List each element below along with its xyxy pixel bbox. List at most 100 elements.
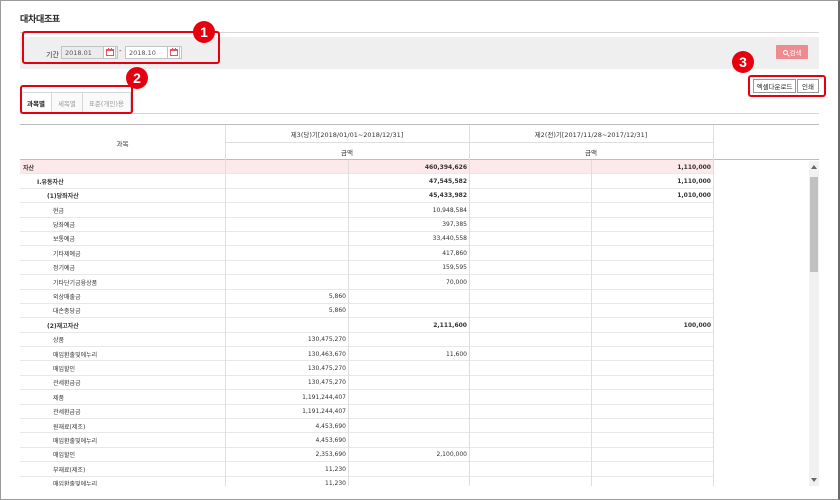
table-row[interactable]: 매입환출및에누리 11,230 (20, 477, 713, 486)
row-current-detail (225, 160, 348, 174)
row-subject: 제품 (53, 394, 65, 402)
row-previous-total (591, 290, 713, 304)
row-previous-total (591, 275, 713, 289)
search-button-label: 검색 (789, 49, 802, 57)
row-subject: 매입환출및에누리 (53, 481, 98, 486)
row-previous-detail (469, 304, 591, 318)
row-previous-detail (469, 232, 591, 246)
table-row[interactable]: 제품 1,191,244,407 (20, 390, 713, 405)
scroll-down-icon[interactable] (811, 478, 817, 482)
table-row[interactable]: 대손충당금 5,860 (20, 304, 713, 319)
row-previous-total (591, 333, 713, 347)
row-subject: 관세환급금 (53, 409, 81, 417)
scrollbar-thumb[interactable] (810, 177, 818, 272)
row-previous-detail (469, 160, 591, 174)
table-row[interactable]: 자산 460,394,626 1,110,000 (20, 160, 713, 175)
row-previous-detail (469, 448, 591, 462)
row-subject: 원재료(제조) (53, 423, 86, 431)
callout-number: 2 (126, 67, 148, 89)
table-scrollbar[interactable] (809, 161, 819, 486)
table-row[interactable]: 매입할인 2,353,690 2,100,000 (20, 448, 713, 463)
row-previous-total: 1,110,000 (677, 177, 711, 185)
page-title: 대차대조표 (20, 15, 60, 25)
callout-box-toolbar (748, 75, 826, 97)
row-current-total: 417,860 (442, 249, 467, 257)
column-divider (469, 160, 470, 486)
row-current-total (348, 304, 469, 318)
table-row[interactable]: 부재료(제조) 11,230 (20, 462, 713, 477)
table-row[interactable]: (1)당좌자산 45,433,982 1,010,000 (20, 189, 713, 204)
row-previous-total (591, 203, 713, 217)
header-divider (713, 125, 714, 160)
table-row[interactable]: 현금 10,948,584 (20, 203, 713, 218)
row-previous-detail (469, 405, 591, 419)
balance-sheet-table: 과목 제3(당)기[2018/01/01~2018/12/31] 제2(전)기[… (20, 124, 819, 486)
row-subject: 현금 (53, 207, 65, 215)
row-subject: 매입할인 (53, 452, 76, 460)
row-current-detail (225, 261, 348, 275)
row-current-total (348, 462, 469, 476)
row-current-total: 460,394,626 (424, 163, 467, 171)
row-current-total (348, 405, 469, 419)
header-current-amount: 금액 (341, 148, 353, 157)
row-previous-total (591, 232, 713, 246)
table-row[interactable]: 관세환급금 1,191,244,407 (20, 405, 713, 420)
row-subject: 기타제예금 (53, 250, 81, 258)
table-row[interactable]: 매입환출및에누리 4,453,690 (20, 433, 713, 448)
header-previous-amount: 금액 (585, 148, 597, 157)
row-current-total: 45,433,982 (429, 192, 467, 200)
table-row[interactable]: 기타제예금 417,860 (20, 246, 713, 261)
row-subject: 외상매출금 (53, 294, 81, 302)
table-body: 자산 460,394,626 1,110,000 Ⅰ.유동자산 47,545,582 1,… (20, 160, 713, 486)
table-row[interactable]: (2)재고자산 2,111,600 100,000 (20, 318, 713, 333)
row-subject: 정기예금 (53, 265, 76, 273)
table-row[interactable]: 원재료(제조) 4,453,690 (20, 419, 713, 434)
row-previous-total (591, 419, 713, 433)
row-current-total: 11,600 (446, 350, 467, 358)
row-previous-detail (469, 275, 591, 289)
column-divider (225, 160, 226, 486)
row-current-total: 70,000 (446, 278, 467, 286)
row-subject: 매입할인 (53, 365, 76, 373)
row-previous-detail (469, 462, 591, 476)
row-previous-total (591, 261, 713, 275)
table-header: 과목 제3(당)기[2018/01/01~2018/12/31] 제2(전)기[… (20, 124, 819, 160)
row-current-detail: 4,453,690 (315, 436, 346, 444)
row-subject: 부재료(제조) (53, 466, 86, 474)
row-current-detail: 130,475,270 (307, 379, 346, 387)
table-row[interactable]: 보통예금 33,440,558 (20, 232, 713, 247)
row-previous-total (591, 477, 713, 486)
callout-box-period (22, 31, 220, 64)
table-row[interactable]: 외상매출금 5,860 (20, 290, 713, 304)
table-row[interactable]: 관세환급금 130,475,270 (20, 376, 713, 391)
row-previous-total (591, 304, 713, 318)
search-button[interactable]: 검색 (776, 45, 808, 59)
row-previous-detail (469, 203, 591, 217)
table-row[interactable]: 정기예금 159,595 (20, 261, 713, 276)
row-subject: Ⅰ.유동자산 (37, 178, 64, 186)
row-previous-detail (469, 333, 591, 347)
table-row[interactable]: 매입할인 130,475,270 (20, 361, 713, 376)
header-divider (225, 142, 713, 143)
row-subject: 대손충당금 (53, 308, 81, 316)
row-current-detail: 2,353,690 (315, 451, 346, 459)
table-row[interactable]: 당좌예금 397,385 (20, 218, 713, 232)
row-current-detail (225, 275, 348, 289)
row-previous-total (591, 462, 713, 476)
row-current-total (348, 419, 469, 433)
row-subject: 상품 (53, 337, 65, 345)
table-row[interactable]: 매입환출및에누리 130,463,670 11,600 (20, 347, 713, 362)
row-current-total (348, 361, 469, 375)
row-current-total: 33,440,558 (432, 235, 467, 243)
row-current-total (348, 477, 469, 486)
row-previous-total: 100,000 (683, 321, 711, 329)
header-subject: 과목 (116, 139, 129, 148)
table-row[interactable]: Ⅰ.유동자산 47,545,582 1,110,000 (20, 174, 713, 189)
scroll-up-icon[interactable] (811, 165, 817, 169)
row-previous-total (591, 390, 713, 404)
row-previous-total (591, 405, 713, 419)
row-current-total (348, 390, 469, 404)
table-row[interactable]: 기타단기금융상품 70,000 (20, 275, 713, 290)
table-row[interactable]: 상품 130,475,270 (20, 333, 713, 348)
row-subject: (1)당좌자산 (47, 193, 79, 201)
